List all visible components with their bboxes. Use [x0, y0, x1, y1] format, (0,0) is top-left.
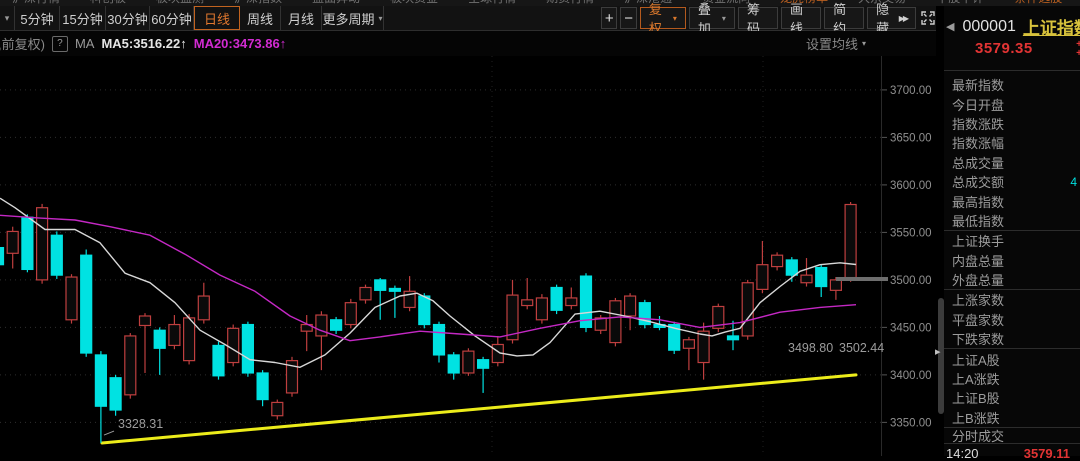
fullscreen-expand-icon [921, 11, 935, 25]
overlay-dropdown-button[interactable]: 叠加 ▾ [689, 7, 735, 29]
quote-row-9[interactable]: 内盘总量 [944, 251, 1080, 270]
tab-period-5[interactable]: 周线 [240, 6, 281, 30]
stock-name-link[interactable]: 上证指数 [1023, 14, 1080, 39]
top-menu-item-1[interactable]: 科创板 [90, 0, 126, 5]
quote-row-0[interactable]: 最新指数 [944, 75, 1080, 94]
quote-row-3[interactable]: 指数涨幅 [944, 133, 1080, 152]
svg-text:3502.44: 3502.44 [839, 341, 884, 355]
back-arrow-icon[interactable]: ◀ [946, 20, 954, 33]
quote-row-15[interactable]: 上A涨跌 [944, 369, 1080, 388]
simple-mode-button[interactable]: 简约 [824, 7, 864, 29]
period-dropdown-button[interactable]: ▾ [0, 6, 15, 30]
tick-price: 3579.11 [1024, 446, 1070, 461]
svg-text:3450.00: 3450.00 [890, 322, 932, 334]
quote-row-6[interactable]: 最高指数 [944, 191, 1080, 210]
quote-row-1[interactable]: 今日开盘 [944, 94, 1080, 113]
tab-period-1[interactable]: 15分钟 [60, 6, 106, 30]
kline-chart[interactable]: 3700.00 3650.00 3600.00 3550.00 3500.00 3450.… [0, 56, 940, 456]
help-icon[interactable]: ? [52, 36, 68, 52]
divider [944, 70, 1080, 71]
svg-text:3600.00: 3600.00 [890, 180, 932, 192]
top-menu-items[interactable]: 沪深行情科创板板块监测沪深指数盘面异动板块资金全球行情期货行情沪深港通资金流向龙… [0, 0, 1080, 5]
tab-period-6[interactable]: 月线 [281, 6, 322, 30]
period-tabs: ▾ 5分钟15分钟30分钟60分钟日线周线月线更多周期▾ [0, 6, 384, 30]
ma20-value: MA20:3473.86↑ [194, 36, 287, 51]
quote-row-7[interactable]: 最低指数 [944, 211, 1080, 230]
fuquan-dropdown-button[interactable]: 复权 ▾ [640, 7, 686, 29]
tab-period-2[interactable]: 30分钟 [106, 6, 150, 30]
svg-text:3328.31: 3328.31 [118, 417, 163, 431]
quote-row-2[interactable]: 指数涨跌 [944, 114, 1080, 133]
top-menu-item-0[interactable]: 沪深行情 [12, 0, 60, 5]
tab-period-0[interactable]: 5分钟 [15, 6, 60, 30]
tab-period-4[interactable]: 日线 [194, 6, 240, 30]
ma5-value: MA5:3516.22↑ [101, 36, 186, 51]
double-arrow-right-icon: ▶▶ [899, 14, 907, 23]
quote-row-8[interactable]: 上证换手 [944, 231, 1080, 250]
top-menu-item-7[interactable]: 期货行情 [546, 0, 594, 5]
divider [944, 443, 1080, 444]
svg-text:3400.00: 3400.00 [890, 370, 932, 382]
top-menu-item-12[interactable]: 千股千评 [936, 0, 984, 5]
quote-row-12[interactable]: 平盘家数 [944, 310, 1080, 329]
panel-collapse-icon[interactable]: ▸ [935, 347, 941, 358]
tab-more-periods[interactable]: 更多周期▾ [322, 6, 384, 30]
chart-tools: + − 复权 ▾ 叠加 ▾ 筹码 画线 简约 隐藏 ▶▶ [601, 7, 936, 29]
price-change-fragments: + + [1076, 40, 1080, 58]
quote-row-11[interactable]: 上涨家数 [944, 290, 1080, 309]
chart-mode-label: ,前复权) [0, 34, 45, 53]
ma-settings-button[interactable]: 设置均线 ▾ [806, 31, 866, 56]
quote-row-5[interactable]: 总成交额4 [944, 172, 1080, 191]
up-arrow-icon: ↑ [280, 36, 287, 51]
zoom-out-button[interactable]: − [620, 7, 636, 29]
top-menu-item-13[interactable]: 条件选股 [1014, 0, 1062, 5]
quote-row-13[interactable]: 下跌家数 [944, 329, 1080, 348]
caret-down-icon: ▾ [722, 14, 726, 23]
quote-row-14[interactable]: 上证A股 [944, 349, 1080, 368]
quote-row-4[interactable]: 总成交量 [944, 153, 1080, 172]
ma-info-bar: ,前复权) ? MA MA5:3516.22↑ MA20:3473.86↑ 设置… [0, 31, 936, 56]
quote-row-17[interactable]: 上B涨跌 [944, 408, 1080, 427]
svg-text:3700.00: 3700.00 [890, 85, 932, 97]
caret-down-icon: ▾ [673, 14, 677, 23]
quote-row-16[interactable]: 上证B股 [944, 388, 1080, 407]
quote-title-row: ◀ 000001 上证指数 [944, 14, 1080, 39]
top-menu-item-6[interactable]: 全球行情 [468, 0, 516, 5]
stock-code: 000001 [962, 18, 1015, 36]
period-tabbar: ▾ 5分钟15分钟30分钟60分钟日线周线月线更多周期▾ + − 复权 ▾ 叠加… [0, 6, 936, 31]
tick-time: 14:20 [946, 446, 979, 461]
svg-text:3550.00: 3550.00 [890, 227, 932, 239]
svg-text:3500.00: 3500.00 [890, 275, 932, 287]
tab-period-3[interactable]: 60分钟 [150, 6, 194, 30]
hide-toolbar-button[interactable]: 隐藏 ▶▶ [867, 7, 916, 29]
quote-price-row: 3579.35 + + [944, 40, 1080, 58]
zoom-in-button[interactable]: + [601, 7, 617, 29]
svg-text:3350.00: 3350.00 [890, 417, 932, 429]
top-menu-item-3[interactable]: 沪深指数 [234, 0, 282, 5]
last-price: 3579.35 [975, 40, 1033, 57]
ma-indicator-label[interactable]: MA [75, 36, 95, 51]
top-menu-item-2[interactable]: 板块监测 [156, 0, 204, 5]
top-menu-item-5[interactable]: 板块资金 [390, 0, 438, 5]
draw-line-button[interactable]: 画线 [781, 7, 821, 29]
chips-button[interactable]: 筹码 [738, 7, 778, 29]
quote-rows: 最新指数今日开盘指数涨跌指数涨幅总成交量总成交额4最高指数最低指数上证换手内盘总… [944, 75, 1080, 428]
fullscreen-button[interactable] [919, 7, 936, 29]
svg-text:3650.00: 3650.00 [890, 132, 932, 144]
up-arrow-icon: ↑ [180, 36, 187, 51]
caret-down-icon: ▾ [862, 39, 866, 48]
svg-text:3498.80: 3498.80 [788, 341, 833, 355]
tick-trade-row: 14:20 3579.11 [944, 446, 1080, 461]
top-menu-item-4[interactable]: 盘面异动 [312, 0, 360, 5]
quote-row-10[interactable]: 外盘总量 [944, 270, 1080, 289]
stock-terminal: { "top_menu": { "items": [ {"label":"沪深行… [0, 0, 1080, 456]
kline-chart-svg: 3700.00 3650.00 3600.00 3550.00 3500.00 3450.… [0, 56, 940, 456]
quote-panel: ◀ 000001 上证指数 3579.35 + + 最新指数今日开盘指数涨跌指数… [944, 6, 1080, 456]
